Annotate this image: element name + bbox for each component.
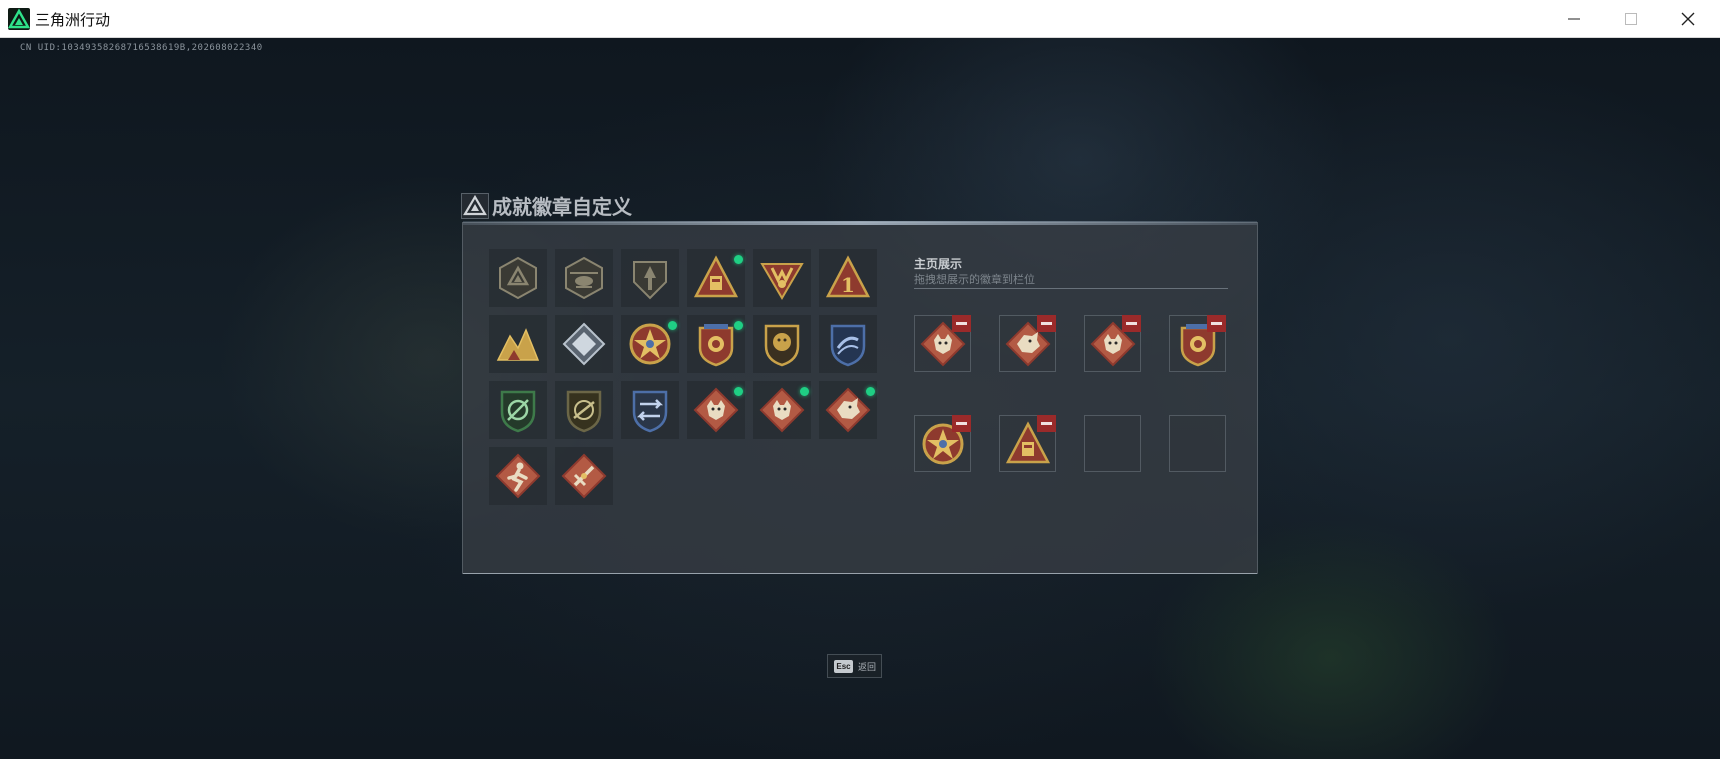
badge-slot[interactable] [753,249,811,307]
svg-text:1: 1 [841,273,855,297]
badge-slot[interactable] [621,381,679,439]
delta-logo-icon [461,193,489,219]
badge-slot[interactable] [489,381,547,439]
panel-bottom-border [463,573,1257,574]
remove-badge-button[interactable] [1037,415,1056,432]
new-indicator-dot [734,321,743,330]
badge-customize-panel: 1 主页展示 拖拽想展示的徽章到栏位 [462,221,1258,574]
display-slot[interactable] [999,415,1056,472]
display-slot[interactable] [914,415,971,472]
back-label: 返回 [858,663,877,673]
window-title: 三角洲行动 [35,11,111,29]
badge-slot[interactable] [489,315,547,373]
badge-slot[interactable] [687,381,745,439]
new-indicator-dot [866,387,875,396]
minimize-button[interactable] [1546,0,1602,38]
badge-slot[interactable] [819,315,877,373]
window-titlebar: 三角洲行动 [0,0,1720,38]
badge-slot[interactable] [687,249,745,307]
remove-badge-button[interactable] [952,415,971,432]
badge-slot[interactable] [555,315,613,373]
badge-slot[interactable]: 1 [819,249,877,307]
panel-title: 成就徽章自定义 [492,195,632,219]
badge-slot[interactable] [555,249,613,307]
new-indicator-dot [800,387,809,396]
badge-slot[interactable] [555,447,613,505]
badge-slot[interactable] [489,249,547,307]
new-indicator-dot [734,387,743,396]
new-indicator-dot [734,255,743,264]
remove-badge-button[interactable] [1037,315,1056,332]
maximize-button[interactable] [1603,0,1659,38]
esc-key-icon: Esc [834,660,853,673]
remove-badge-button[interactable] [952,315,971,332]
badge-slot[interactable] [621,249,679,307]
badge-slot[interactable] [621,315,679,373]
uid-label: CN UID:10349358268716538619B,20260802234… [20,43,263,53]
empty-display-slot[interactable] [1084,415,1141,472]
badge-slot[interactable] [753,315,811,373]
display-slot[interactable] [1169,315,1226,372]
empty-display-slot[interactable] [1169,415,1226,472]
esc-back-button[interactable]: Esc 返回 [827,654,882,678]
display-slot[interactable] [914,315,971,372]
badge-slot[interactable] [555,381,613,439]
display-section-hint: 拖拽想展示的徽章到栏位 [914,273,1035,286]
badge-slot[interactable] [489,447,547,505]
game-viewport: CN UID:10349358268716538619B,20260802234… [0,38,1720,759]
panel-top-border [463,221,1257,225]
badge-slot[interactable] [819,381,877,439]
badge-slot[interactable] [687,315,745,373]
close-button[interactable] [1660,0,1716,38]
app-logo-icon [7,8,31,30]
new-indicator-dot [668,321,677,330]
display-slot[interactable] [1084,315,1141,372]
remove-badge-button[interactable] [1207,315,1226,332]
badge-slot[interactable] [753,381,811,439]
divider [914,288,1228,289]
display-section-title: 主页展示 [914,257,963,271]
display-slot[interactable] [999,315,1056,372]
remove-badge-button[interactable] [1122,315,1141,332]
